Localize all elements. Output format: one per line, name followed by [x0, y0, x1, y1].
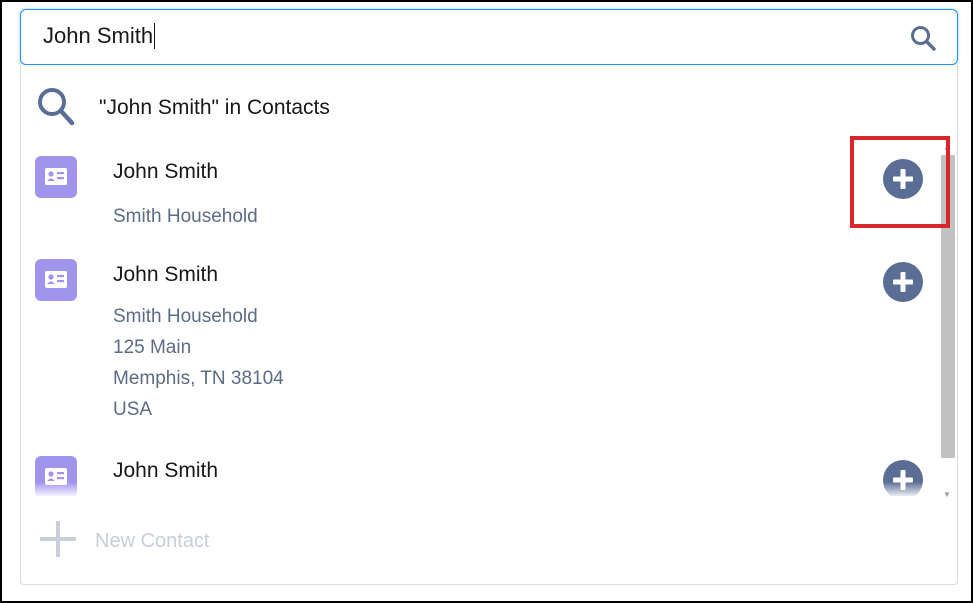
contact-name: John Smith [113, 263, 219, 286]
search-input-value[interactable]: John Smith [43, 23, 153, 49]
contact-account: Smith Household [113, 306, 258, 327]
search-icon[interactable] [909, 24, 937, 52]
contact-name: John Smith [113, 160, 219, 183]
search-in-contacts-option[interactable]: "John Smith" in Contacts [35, 87, 915, 129]
add-circle-icon[interactable] [883, 262, 923, 302]
search-input[interactable]: John Smith [43, 23, 156, 49]
contact-account: Smith Household [113, 206, 258, 227]
annotation-highlight-box [850, 136, 950, 228]
new-contact-label: New Contact [95, 530, 210, 552]
contact-street: 125 Main [113, 337, 192, 358]
contact-city-state-zip: Memphis, TN 38104 [113, 368, 284, 389]
search-in-contacts-label: "John Smith" in Contacts [99, 96, 330, 119]
plus-icon [39, 520, 77, 563]
scroll-down-arrow-icon[interactable]: ▼ [943, 490, 951, 499]
contact-country: USA [113, 399, 153, 420]
new-contact-button[interactable]: New Contact [39, 520, 210, 563]
contact-name: John Smith [113, 459, 219, 482]
contact-card-icon [35, 259, 77, 301]
list-item[interactable]: John Smith Smith Household [21, 150, 941, 250]
results-list: John Smith Smith Household John Smith Sm… [21, 150, 941, 496]
contact-card-icon [35, 156, 77, 198]
search-icon [35, 85, 75, 132]
list-item[interactable]: John Smith Smith Household 125 Main Memp… [21, 253, 941, 443]
text-caret [154, 23, 156, 49]
search-input-box[interactable]: John Smith [20, 9, 958, 65]
list-fade-overlay [21, 482, 941, 498]
search-results-dropdown: "John Smith" in Contacts John Smith Smit… [20, 65, 958, 585]
